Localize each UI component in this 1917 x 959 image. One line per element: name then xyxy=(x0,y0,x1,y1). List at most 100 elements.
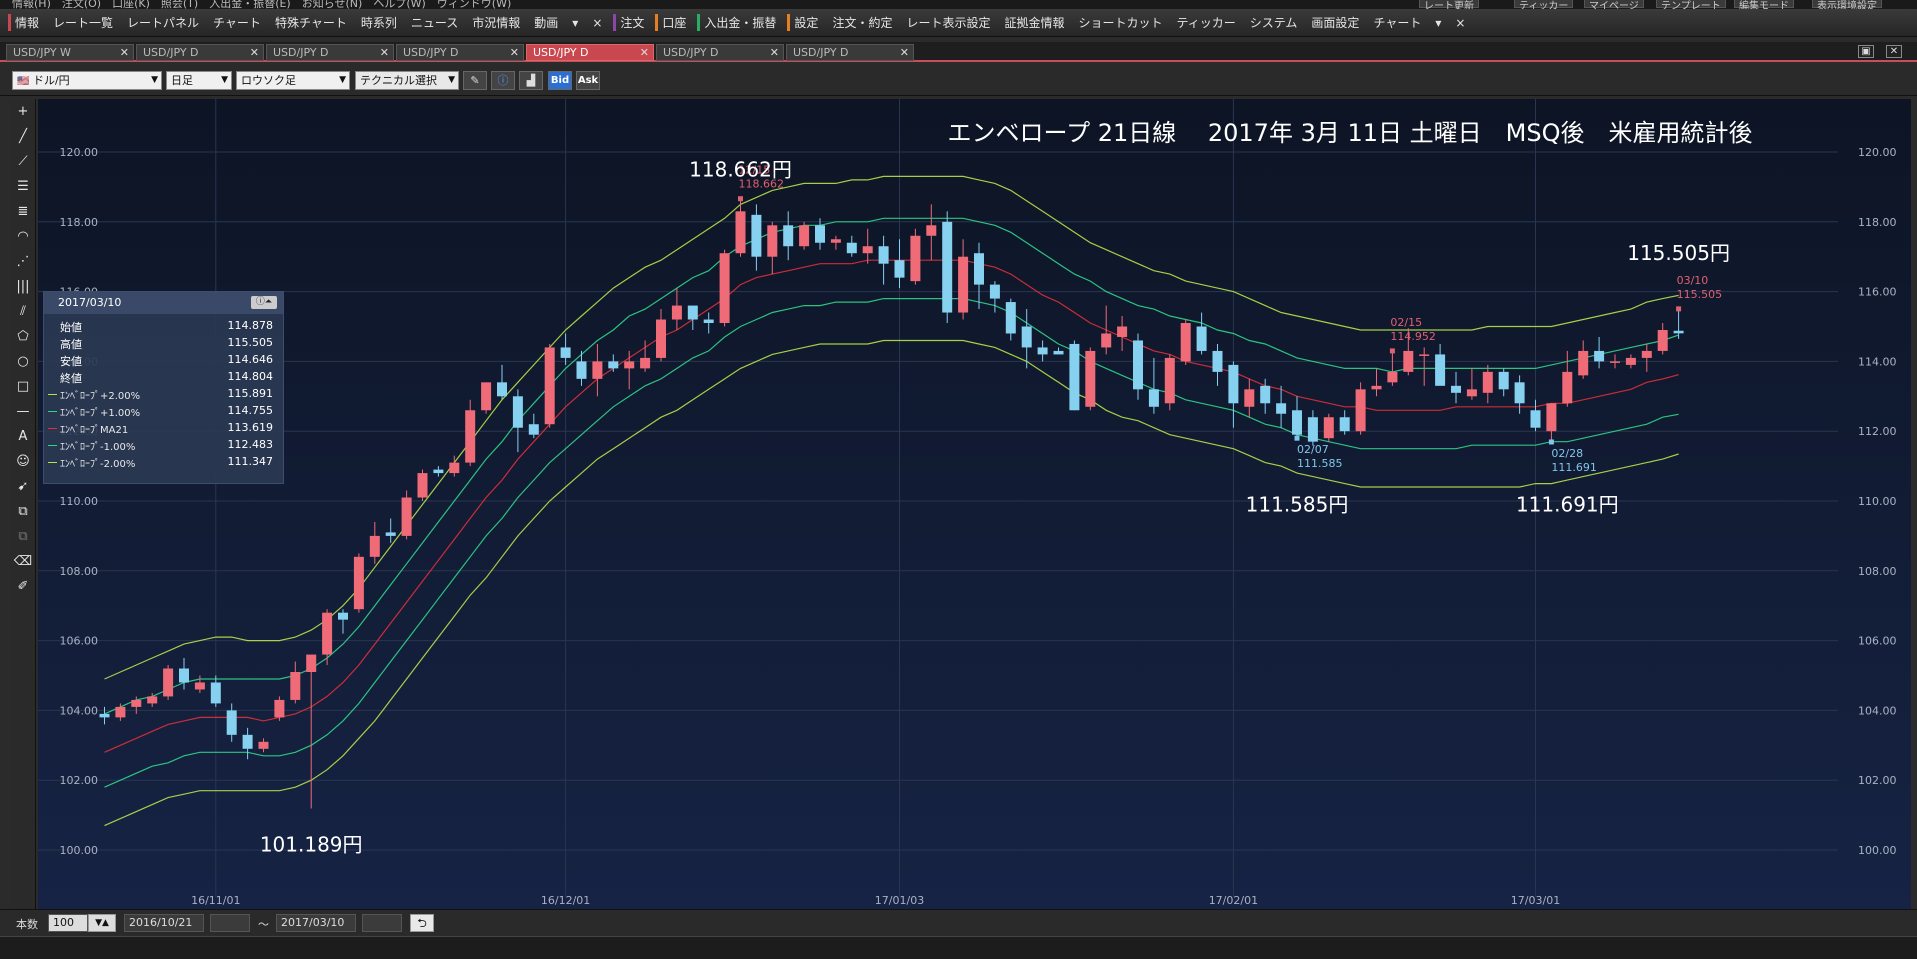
text-icon[interactable]: A xyxy=(12,426,34,448)
candle-body xyxy=(1498,371,1509,390)
chart-type-select[interactable]: ロウソク足 ▼ xyxy=(236,71,350,90)
chart-toolbar: 🇺🇸 ドル/円 ▼ 日足 ▼ ロウソク足 ▼ テクニカル選択 ▼ ✎ ⓘ ▟ B… xyxy=(0,64,1917,96)
return-arrow-icon[interactable]: ⮌ xyxy=(410,914,434,932)
candle-body xyxy=(1117,326,1128,337)
menu-item[interactable]: 設定 xyxy=(787,14,825,31)
close-tab-icon[interactable]: ✕ xyxy=(120,45,129,60)
menu-item[interactable]: 市況情報 xyxy=(465,14,527,31)
period-select[interactable]: 日足 ▼ xyxy=(166,71,232,90)
menu-item[interactable]: 時系列 xyxy=(354,14,404,31)
chart-tab[interactable]: USD/JPY D ✕ xyxy=(266,44,394,61)
price-annotation: 115.505円 xyxy=(1627,241,1730,265)
candle-body xyxy=(194,682,205,690)
ruler-icon[interactable]: ⟋ xyxy=(12,151,34,173)
arc-icon[interactable]: ◠ xyxy=(12,226,34,248)
pentagon-icon[interactable]: ⬠ xyxy=(12,326,34,348)
menu-item[interactable]: 口座 xyxy=(655,14,693,31)
bid-button[interactable]: Bid xyxy=(548,71,572,90)
menu-item[interactable]: レート一覧 xyxy=(46,14,120,31)
restore-window-icon[interactable]: ▣ xyxy=(1858,45,1874,58)
menu-item[interactable]: システム xyxy=(1243,14,1305,31)
eraser-icon[interactable]: ⌫ xyxy=(12,551,34,573)
chart-tab[interactable]: USD/JPY W ✕ xyxy=(6,44,134,61)
candle-body xyxy=(1482,371,1493,393)
horizontal-lines-icon[interactable]: ☰ xyxy=(12,176,34,198)
chart-tab[interactable]: USD/JPY D ✕ xyxy=(786,44,914,61)
technical-select[interactable]: テクニカル選択 ▼ xyxy=(355,71,459,90)
paste-icon[interactable]: ⧉ xyxy=(12,526,34,548)
hline-icon[interactable]: — xyxy=(12,401,34,423)
bars-count-stepper[interactable]: ▼▲ xyxy=(88,914,116,932)
rectangle-icon[interactable]: □ xyxy=(12,376,34,398)
menu-item[interactable]: 画面設定 xyxy=(1304,14,1366,31)
menu-item[interactable]: 動画 xyxy=(527,14,565,31)
menu-item[interactable]: ▾ xyxy=(565,16,585,30)
chart-tab-label: USD/JPY D xyxy=(533,46,589,59)
area-chart-icon[interactable]: ▟ xyxy=(519,71,543,90)
close-window-icon[interactable]: ✕ xyxy=(1886,45,1902,58)
menu-item[interactable]: ティッカー xyxy=(1170,14,1243,31)
from-time-input[interactable] xyxy=(210,914,250,932)
chart-tab[interactable]: USD/JPY D ✕ xyxy=(136,44,264,61)
ticker-button[interactable]: ティッカー xyxy=(1514,0,1574,9)
to-date-input[interactable]: 2017/03/10 xyxy=(276,914,356,932)
info-collapse-icon[interactable]: ⓘ⏶ xyxy=(251,296,277,309)
indicator-label: ｴﾝﾍﾞﾛｰﾌﾟ+1.00% xyxy=(60,408,141,419)
drawing-tools: + ╱ ⟋ ☰ ≣ ◠ ⋰ ||| ⫽ ⬠ ○ □ — A ☺ ➹ ⧉ ⧉ ⌫ … xyxy=(10,99,36,909)
template-button[interactable]: テンプレート xyxy=(1656,0,1726,9)
cursor-icon[interactable]: ➹ xyxy=(12,476,34,498)
menu-item[interactable]: × xyxy=(585,16,609,30)
candle-body xyxy=(894,260,905,278)
display-settings-button[interactable]: 表示環境設定 xyxy=(1812,0,1882,9)
menu-item[interactable]: レートパネル xyxy=(120,14,206,31)
candlestick-chart[interactable]: 100.00 100.00 102.00 102.00 104.00 104.00 106.… xyxy=(38,99,1911,909)
menu-item[interactable]: 入出金・振替 xyxy=(697,14,783,31)
fan-icon[interactable]: ⋰ xyxy=(12,251,34,273)
ask-button[interactable]: Ask xyxy=(576,71,600,90)
menu-item[interactable]: × xyxy=(1448,16,1472,30)
to-time-input[interactable] xyxy=(362,914,402,932)
rate-update-button[interactable]: レート更新 xyxy=(1419,0,1479,9)
chart-tab[interactable]: USD/JPY D ✕ xyxy=(396,44,524,61)
close-tab-icon[interactable]: ✕ xyxy=(640,45,649,60)
close-tab-icon[interactable]: ✕ xyxy=(900,45,909,60)
circle-icon[interactable]: ○ xyxy=(12,351,34,373)
menu-item[interactable]: ▾ xyxy=(1428,16,1448,30)
bars-count-input[interactable]: 100 xyxy=(48,914,88,932)
edit-mode-button[interactable]: 編集モード xyxy=(1734,0,1794,9)
emoji-icon[interactable]: ☺ xyxy=(12,451,34,473)
close-tab-icon[interactable]: ✕ xyxy=(770,45,779,60)
menu-item[interactable]: 証拠金情報 xyxy=(997,14,1071,31)
info-icon[interactable]: ⓘ xyxy=(491,71,515,90)
fibonacci-icon[interactable]: ≣ xyxy=(12,201,34,223)
close-tab-icon[interactable]: ✕ xyxy=(380,45,389,60)
close-tab-icon[interactable]: ✕ xyxy=(250,45,259,60)
close-tab-icon[interactable]: ✕ xyxy=(510,45,519,60)
menu-item[interactable]: ニュース xyxy=(404,14,465,31)
menu-item[interactable]: レート表示設定 xyxy=(899,14,997,31)
delete-all-icon[interactable]: ✐ xyxy=(12,576,34,598)
menu-item[interactable]: ショートカット xyxy=(1071,14,1169,31)
chart-tab[interactable]: USD/JPY D ✕ xyxy=(526,44,654,61)
data-window[interactable]: 2017/03/10 ⓘ⏶ 始値 114.878 高値 115.505 安値 114.64… xyxy=(43,291,284,484)
trendline-icon[interactable]: ╱ xyxy=(12,126,34,148)
chart-tab[interactable]: USD/JPY D ✕ xyxy=(656,44,784,61)
copy-icon[interactable]: ⧉ xyxy=(12,501,34,523)
vertical-lines-icon[interactable]: ||| xyxy=(12,276,34,298)
mypage-button[interactable]: マイページ xyxy=(1584,0,1644,9)
menu-item[interactable]: チャート xyxy=(206,14,268,31)
crosshair-icon[interactable]: + xyxy=(12,101,34,123)
menu-item[interactable]: 注文 xyxy=(613,14,651,31)
menu-item[interactable]: 注文・約定 xyxy=(825,14,899,31)
pencil-icon[interactable]: ✎ xyxy=(463,71,487,90)
menu-item[interactable]: 情報 xyxy=(8,14,46,31)
menu-item[interactable]: チャート xyxy=(1366,14,1428,31)
from-date-input[interactable]: 2016/10/21 xyxy=(124,914,204,932)
channel-icon[interactable]: ⫽ xyxy=(12,301,34,323)
candle-body xyxy=(1244,389,1255,407)
candle-body xyxy=(242,734,253,749)
candle-body xyxy=(878,246,889,264)
currency-select[interactable]: 🇺🇸 ドル/円 ▼ xyxy=(12,71,162,90)
menu-item[interactable]: 特殊チャート xyxy=(268,14,354,31)
y-axis-tick-label-left: 120.00 xyxy=(60,146,99,159)
